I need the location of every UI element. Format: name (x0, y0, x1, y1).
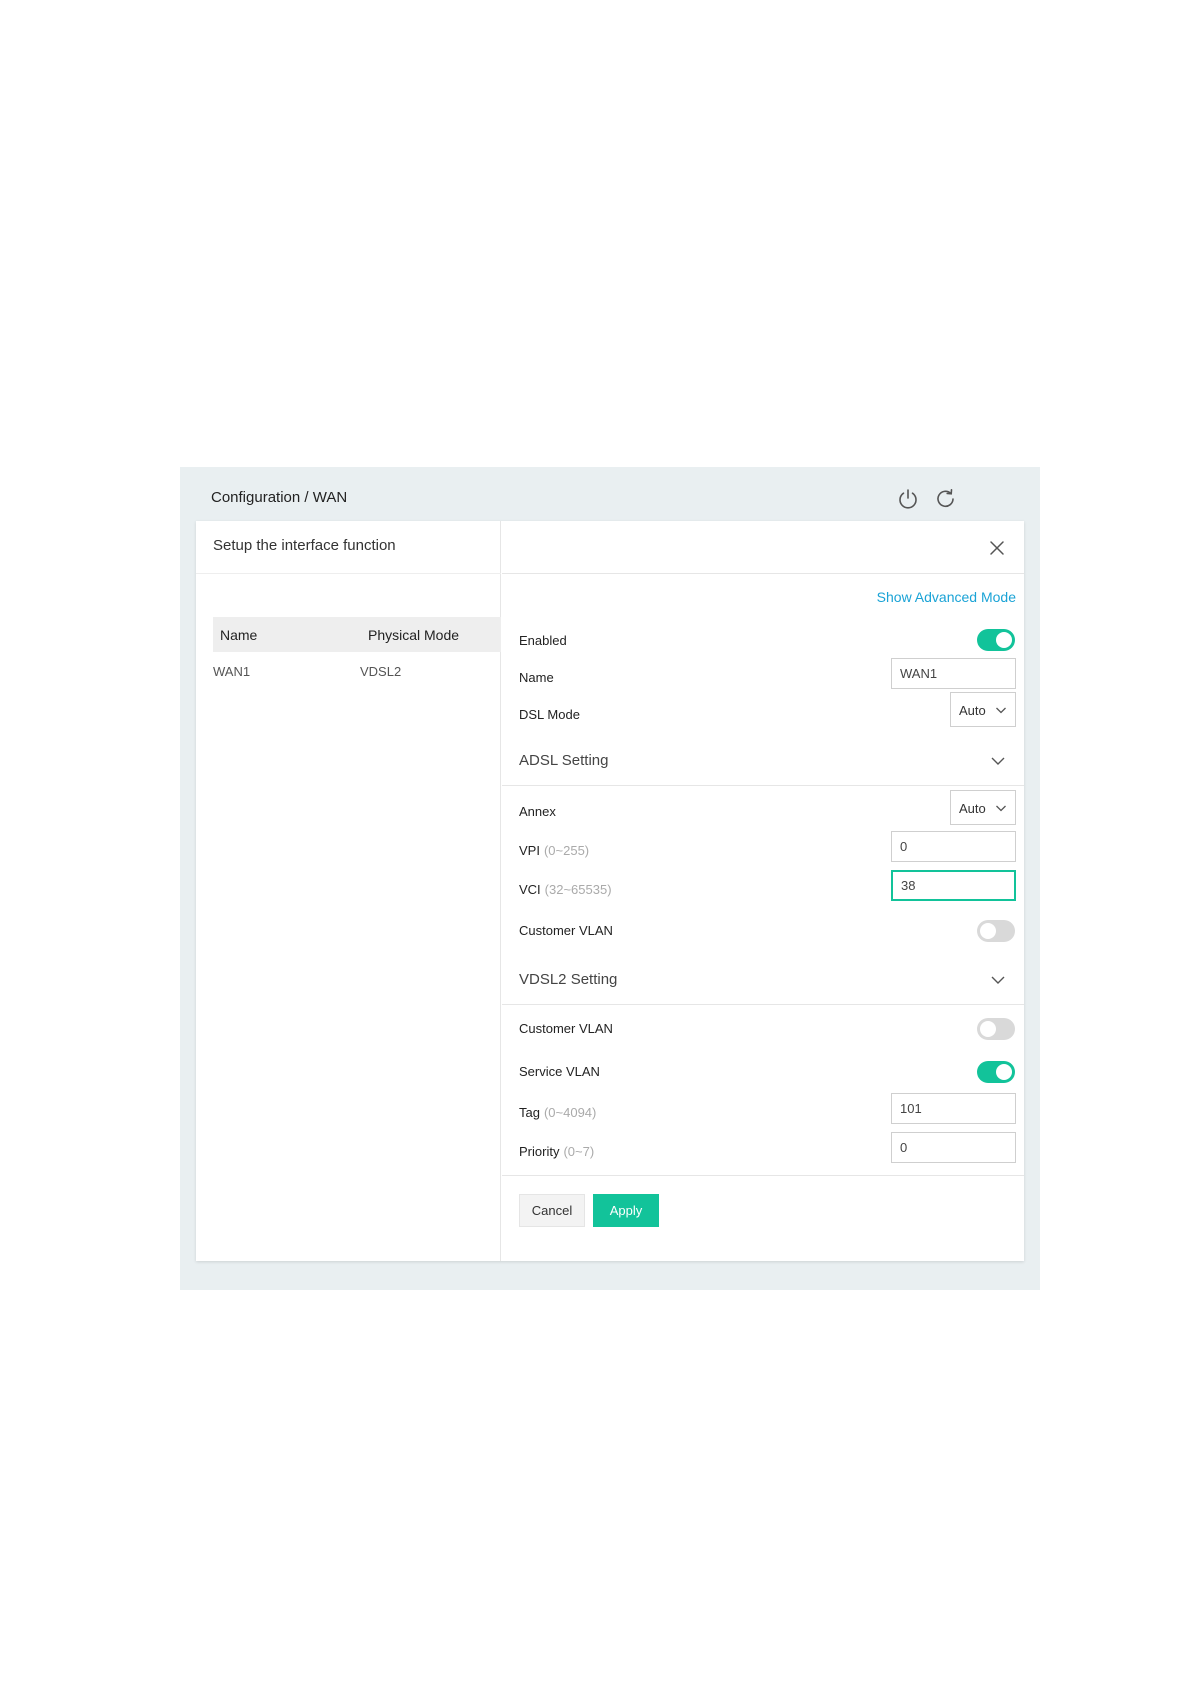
divider (502, 573, 1024, 574)
table-row[interactable]: WAN1 VDSL2 (213, 656, 501, 692)
divider (502, 785, 1024, 786)
annex-label: Annex (519, 804, 556, 819)
vpi-range-hint: (0~255) (543, 843, 590, 858)
chevron-down-icon (995, 704, 1007, 716)
adsl-customer-vlan-toggle[interactable] (977, 920, 1015, 942)
divider (502, 1175, 1024, 1176)
column-header-name: Name (220, 627, 258, 643)
cell-physical-mode: VDSL2 (360, 664, 402, 679)
service-vlan-label: Service VLAN (519, 1064, 600, 1079)
refresh-icon[interactable] (934, 487, 958, 511)
priority-range-hint: (0~7) (563, 1144, 595, 1159)
tag-label-text: Tag (519, 1105, 540, 1120)
vci-range-hint: (32~65535) (544, 882, 612, 897)
main-panel: Setup the interface function Name Physic… (196, 521, 1024, 1261)
name-input[interactable] (891, 658, 1016, 689)
vci-label: VCI (32~65535) (519, 882, 612, 897)
interface-list-pane: Setup the interface function Name Physic… (196, 521, 501, 1261)
toggle-knob (996, 1064, 1012, 1080)
toggle-knob (980, 923, 996, 939)
vci-label-text: VCI (519, 882, 541, 897)
vdsl2-customer-vlan-toggle[interactable] (977, 1018, 1015, 1040)
name-label: Name (519, 670, 554, 685)
toggle-knob (980, 1021, 996, 1037)
table-header: Name Physical Mode (213, 617, 501, 652)
breadcrumb: Configuration / WAN (211, 489, 348, 506)
cancel-button[interactable]: Cancel (519, 1194, 585, 1227)
vdsl2-customer-vlan-label: Customer VLAN (519, 1021, 613, 1036)
annex-select[interactable]: Auto (950, 790, 1016, 825)
priority-input[interactable] (891, 1132, 1016, 1163)
show-advanced-mode-link[interactable]: Show Advanced Mode (877, 589, 1016, 605)
pane-title: Setup the interface function (213, 537, 396, 554)
adsl-customer-vlan-label: Customer VLAN (519, 923, 613, 938)
tag-label: Tag (0~4094) (519, 1105, 596, 1120)
cell-name: WAN1 (213, 664, 251, 679)
dsl-mode-value: Auto (959, 703, 986, 718)
toggle-knob (996, 632, 1012, 648)
chevron-down-icon[interactable] (990, 753, 1006, 769)
service-vlan-toggle[interactable] (977, 1061, 1015, 1083)
enabled-toggle[interactable] (977, 629, 1015, 651)
tag-range-hint: (0~4094) (543, 1105, 597, 1120)
dsl-mode-label: DSL Mode (519, 707, 580, 722)
priority-label-text: Priority (519, 1144, 560, 1159)
vdsl2-setting-header[interactable]: VDSL2 Setting (519, 971, 617, 988)
chevron-down-icon (995, 802, 1007, 814)
column-header-physical-mode: Physical Mode (368, 627, 460, 643)
apply-button[interactable]: Apply (593, 1194, 659, 1227)
vpi-label: VPI (0~255) (519, 843, 589, 858)
priority-label: Priority (0~7) (519, 1144, 594, 1159)
vci-input[interactable] (891, 870, 1016, 901)
tag-input[interactable] (891, 1093, 1016, 1124)
annex-value: Auto (959, 801, 986, 816)
divider (502, 1004, 1024, 1005)
power-icon[interactable] (896, 487, 920, 511)
vpi-label-text: VPI (519, 843, 540, 858)
close-icon[interactable] (988, 539, 1006, 557)
enabled-label: Enabled (519, 633, 567, 648)
adsl-setting-header[interactable]: ADSL Setting (519, 752, 609, 769)
top-bar: Configuration / WAN (180, 467, 1040, 521)
app-window: Configuration / WAN Setup the interface … (180, 467, 1040, 1290)
divider (196, 573, 501, 574)
vpi-input[interactable] (891, 831, 1016, 862)
wan-edit-pane: Show Advanced Mode Enabled Name DSL Mode… (502, 521, 1024, 1261)
dsl-mode-select[interactable]: Auto (950, 692, 1016, 727)
chevron-down-icon[interactable] (990, 972, 1006, 988)
